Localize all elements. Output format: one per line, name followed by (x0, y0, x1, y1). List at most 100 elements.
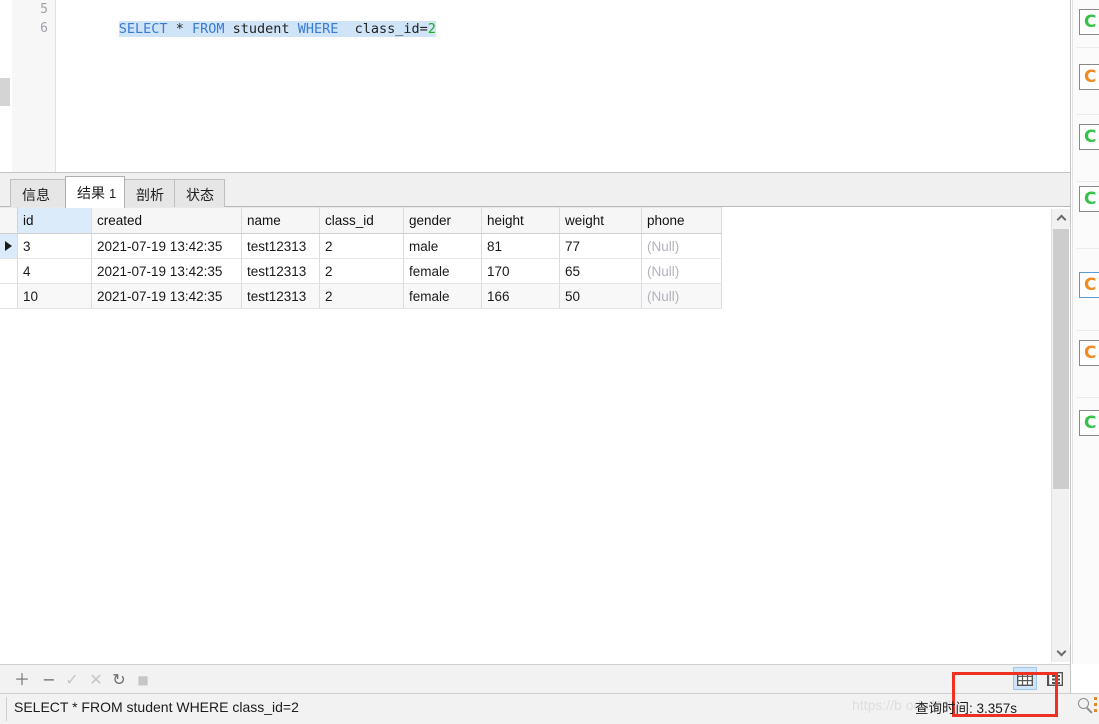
cell-id[interactable]: 4 (17, 258, 92, 284)
form-view-glyph (1047, 671, 1063, 686)
cell-class-id[interactable]: 2 (319, 258, 404, 284)
form-view-icon[interactable] (1043, 667, 1067, 690)
sql-token-kw: FROM (191, 21, 225, 37)
bracket-icon: C (1084, 67, 1097, 87)
cell-class-id[interactable]: 2 (319, 283, 404, 309)
cell-created[interactable]: 2021-07-19 13:42:35 (91, 233, 242, 259)
bracket-icon: C (1084, 189, 1097, 209)
overflow-dots-icon[interactable] (1094, 697, 1097, 715)
sql-statement-line[interactable]: SELECT * FROM student WHERE class_id=2 (70, 2, 436, 56)
cell-height[interactable]: 170 (481, 258, 560, 284)
cell-name[interactable]: test12313 (241, 283, 320, 309)
strip-item-6[interactable]: C (1079, 340, 1099, 366)
row-indicator-cell[interactable] (0, 283, 18, 309)
sql-token-op: = (419, 21, 428, 37)
line-number-6: 6 (40, 21, 48, 36)
cell-name[interactable]: test12313 (241, 233, 320, 259)
cell-created[interactable]: 2021-07-19 13:42:35 (91, 258, 242, 284)
tab-status-label: 状态 (186, 187, 214, 203)
scrollbar-thumb[interactable] (1053, 229, 1069, 489)
strip-separator (1076, 397, 1099, 398)
status-sql-text: SELECT * FROM student WHERE class_id=2 (14, 699, 299, 715)
table-body: 3 2021-07-19 13:42:35 test12313 2 male 8… (0, 233, 722, 309)
column-header-created[interactable]: created (91, 207, 242, 234)
sql-token-op (184, 21, 192, 37)
cell-class-id[interactable]: 2 (319, 233, 404, 259)
cell-name[interactable]: test12313 (241, 258, 320, 284)
column-header-name[interactable]: name (241, 207, 320, 234)
sql-token-op (225, 21, 233, 37)
cell-id[interactable]: 3 (17, 233, 92, 259)
search-icon-handle (1086, 707, 1093, 714)
sql-editor-pane[interactable]: 5 6 SELECT * FROM student WHERE class_id… (0, 0, 1071, 172)
result-grid-area[interactable]: id created name class_id gender height w… (0, 207, 1071, 664)
sql-token-op (290, 21, 298, 37)
table-row[interactable]: 10 2021-07-19 13:42:35 test12313 2 femal… (0, 283, 722, 309)
strip-item-1[interactable]: C (1079, 9, 1099, 35)
strip-separator (1076, 181, 1099, 182)
refresh-icon[interactable]: ↻ (110, 671, 128, 689)
cancel-change-icon: ✕ (89, 670, 103, 689)
scroll-up-button[interactable] (1052, 209, 1070, 227)
pane-splitter-handle[interactable] (0, 78, 10, 106)
strip-item-7[interactable]: C (1079, 410, 1099, 436)
right-icon-strip[interactable]: C C C C C C C (1072, 0, 1099, 664)
table-row[interactable]: 4 2021-07-19 13:42:35 test12313 2 female… (0, 258, 722, 284)
cell-weight[interactable]: 50 (559, 283, 642, 309)
cell-gender[interactable]: male (403, 233, 482, 259)
cell-created[interactable]: 2021-07-19 13:42:35 (91, 283, 242, 309)
row-indicator-cell[interactable] (0, 233, 18, 259)
result-vertical-scrollbar[interactable] (1051, 209, 1070, 662)
tab-result-1[interactable]: 结果 1 (65, 176, 125, 208)
strip-item-5[interactable]: C (1079, 272, 1099, 298)
row-indicator-cell[interactable] (0, 258, 18, 284)
sql-selected-text: SELECT * FROM student WHERE class_id=2 (118, 21, 436, 37)
sql-token-kw: SELECT (118, 21, 168, 37)
cell-height[interactable]: 166 (481, 283, 560, 309)
column-header-weight[interactable]: weight (559, 207, 642, 234)
bracket-icon: C (1084, 275, 1097, 295)
strip-separator (1076, 114, 1099, 115)
tab-result-label: 结果 (77, 185, 105, 201)
tab-profile[interactable]: 剖析 (124, 179, 175, 208)
sql-token-op: * (175, 21, 184, 37)
status-divider (6, 697, 7, 721)
bracket-icon: C (1084, 343, 1097, 363)
row-header-corner[interactable] (0, 207, 18, 234)
chevron-down-icon (1056, 646, 1066, 657)
column-header-class-id[interactable]: class_id (319, 207, 404, 234)
cell-phone[interactable]: (Null) (641, 258, 722, 284)
add-record-icon[interactable]: ＋ (13, 671, 31, 689)
bracket-icon: C (1084, 12, 1097, 32)
strip-separator (1076, 330, 1099, 331)
grid-view-icon[interactable] (1013, 667, 1037, 690)
column-header-height[interactable]: height (481, 207, 560, 234)
strip-item-4[interactable]: C (1079, 186, 1099, 212)
tab-status[interactable]: 状态 (174, 179, 225, 208)
scroll-down-button[interactable] (1052, 644, 1070, 662)
cell-id[interactable]: 10 (17, 283, 92, 309)
cell-gender[interactable]: female (403, 258, 482, 284)
strip-separator (1076, 248, 1099, 249)
strip-item-3[interactable]: C (1079, 124, 1099, 150)
line-number-5: 5 (40, 2, 48, 17)
table-row[interactable]: 3 2021-07-19 13:42:35 test12313 2 male 8… (0, 233, 722, 259)
cell-weight[interactable]: 77 (559, 233, 642, 259)
strip-item-2[interactable]: C (1079, 64, 1099, 90)
tab-info[interactable]: 信息 (10, 179, 66, 208)
result-table[interactable]: id created name class_id gender height w… (0, 207, 722, 309)
cell-gender[interactable]: female (403, 283, 482, 309)
column-header-id[interactable]: id (17, 207, 92, 234)
tab-result-count: 1 (109, 186, 117, 201)
tab-info-label: 信息 (22, 187, 50, 203)
table-header-row: id created name class_id gender height w… (0, 207, 722, 234)
column-header-gender[interactable]: gender (403, 207, 482, 234)
sql-token-idn: student (232, 21, 290, 37)
cell-phone[interactable]: (Null) (641, 283, 722, 309)
strip-separator (1076, 47, 1099, 48)
delete-record-icon[interactable]: − (40, 671, 58, 689)
cell-phone[interactable]: (Null) (641, 233, 722, 259)
column-header-phone[interactable]: phone (641, 207, 722, 234)
cell-weight[interactable]: 65 (559, 258, 642, 284)
cell-height[interactable]: 81 (481, 233, 560, 259)
